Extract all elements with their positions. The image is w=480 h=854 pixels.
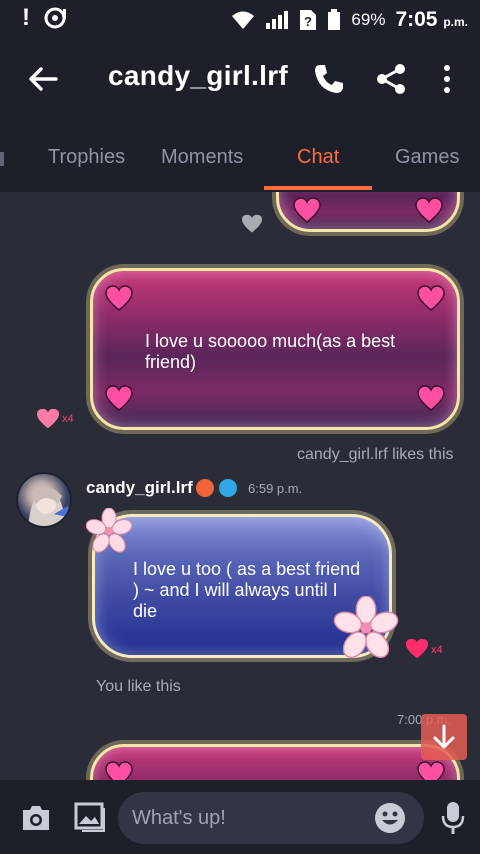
sakura-flower-icon <box>333 596 399 659</box>
message-time: 6:59 p.m. <box>248 481 303 496</box>
liked-heart-icon[interactable] <box>405 638 429 660</box>
likes-note: candy_girl.lrf likes this <box>297 446 454 463</box>
alert-icon: ! <box>22 4 30 31</box>
verified-badge-icon <box>219 479 237 497</box>
likes-note: You like this <box>96 678 181 695</box>
message-composer: What's up! <box>0 780 480 854</box>
message-bubble-partial[interactable] <box>276 192 460 232</box>
like-heart-icon[interactable] <box>241 214 263 234</box>
message-input[interactable]: What's up! <box>118 792 424 844</box>
heart-decoration-icon <box>105 285 133 311</box>
phone-icon[interactable] <box>312 62 346 96</box>
microphone-icon[interactable] <box>440 800 466 836</box>
heart-decoration-icon <box>105 385 133 411</box>
tab-games[interactable]: Games <box>395 146 459 169</box>
svg-text:?: ? <box>304 14 312 29</box>
message-input-placeholder: What's up! <box>132 807 226 829</box>
scroll-to-bottom-button[interactable] <box>421 714 467 760</box>
more-options-icon[interactable] <box>430 62 464 96</box>
like-count: x4 <box>62 413 74 425</box>
like-count: x4 <box>431 644 443 656</box>
emoji-icon[interactable] <box>374 802 406 834</box>
tab-moments[interactable]: Moments <box>161 146 243 169</box>
signal-icon <box>266 11 289 29</box>
liked-heart-icon[interactable] <box>36 408 60 430</box>
heart-decoration-icon <box>417 285 445 311</box>
tab-trophies[interactable]: Trophies <box>48 146 125 169</box>
message-bubble[interactable]: I love u sooooo much(as a best friend) <box>90 268 460 430</box>
camera-icon[interactable] <box>20 804 52 832</box>
heart-decoration-icon <box>417 385 445 411</box>
wifi-icon <box>232 11 255 29</box>
level-badge-icon <box>196 479 214 497</box>
avatar[interactable] <box>16 472 72 528</box>
heart-decoration-icon <box>293 197 321 223</box>
clock: 7:05 p.m. <box>395 8 468 31</box>
no-sim-icon: ? <box>300 10 317 30</box>
sakura-flower-icon <box>86 508 132 553</box>
heart-decoration-icon <box>105 761 133 780</box>
status-bar: ! ? 69% 7:05 p.m. <box>0 0 480 38</box>
back-arrow-icon[interactable] <box>26 62 60 96</box>
message-text: I love u too ( as a best friend ) ~ and … <box>133 559 361 621</box>
message-bubble-partial[interactable] <box>90 744 460 780</box>
tab-bar: Trophies Moments Chat Games <box>0 122 480 192</box>
sender-name[interactable]: candy_girl.lrf <box>86 478 193 498</box>
gallery-icon[interactable] <box>74 802 106 832</box>
tab-overflow-edge <box>0 152 4 166</box>
notification-icon <box>44 7 66 29</box>
app-header: candy_girl.lrf <box>0 38 480 122</box>
tab-chat[interactable]: Chat <box>297 146 339 169</box>
chat-area[interactable]: I love u sooooo much(as a best friend) x… <box>0 192 480 780</box>
active-tab-indicator <box>264 186 372 190</box>
battery-icon <box>328 9 341 30</box>
battery-level: 69% <box>351 10 386 29</box>
share-icon[interactable] <box>374 62 408 96</box>
message-text: I love u sooooo much(as a best friend) <box>145 331 396 372</box>
page-title: candy_girl.lrf <box>108 60 289 91</box>
arrow-down-icon <box>433 724 455 749</box>
avatar-image <box>28 487 70 526</box>
heart-decoration-icon <box>415 197 443 223</box>
heart-decoration-icon <box>417 761 445 780</box>
